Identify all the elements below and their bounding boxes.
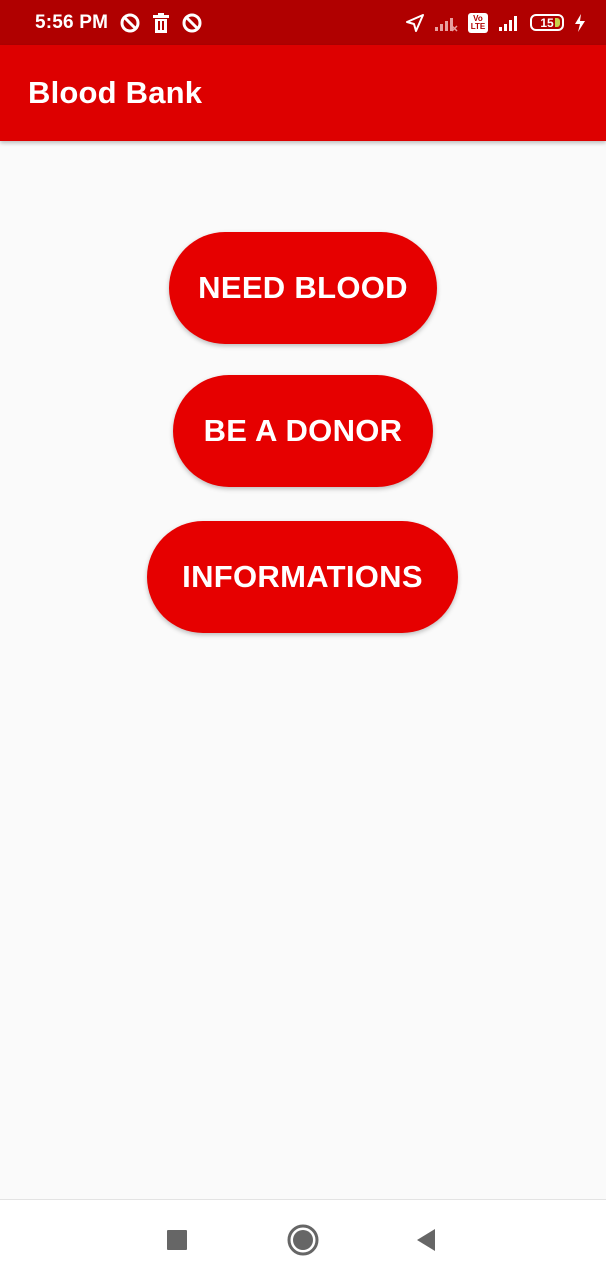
screen: 5:56 PM Vo LTE 15 Blood Bank NEED BLOOD …: [0, 0, 606, 1280]
sync-blocked-icon: [120, 13, 140, 33]
battery-level: 15: [540, 15, 554, 30]
informations-button[interactable]: INFORMATIONS: [147, 521, 458, 633]
battery-icon: 15: [530, 14, 564, 31]
navigation-bar: [0, 1199, 606, 1280]
need-blood-button[interactable]: NEED BLOOD: [169, 232, 437, 344]
app-title: Blood Bank: [28, 75, 203, 110]
be-a-donor-button[interactable]: BE A DONOR: [173, 375, 433, 487]
status-right-icons: Vo LTE 15: [406, 12, 586, 33]
battery-fill: [555, 18, 560, 27]
volte-bottom-text: LTE: [470, 21, 486, 31]
status-left-icons: [120, 12, 202, 33]
trash-icon: [152, 12, 170, 33]
signal-icon: [498, 14, 520, 32]
back-triangle-icon: [417, 1229, 435, 1251]
home-circle-icon: [287, 1224, 319, 1256]
charging-bolt-icon: [574, 13, 586, 32]
recents-square-icon: [167, 1230, 187, 1250]
home-button[interactable]: [281, 1218, 325, 1262]
sync-blocked-icon: [182, 13, 202, 33]
status-time: 5:56 PM: [35, 11, 109, 33]
recents-button[interactable]: [155, 1218, 199, 1262]
signal-no-service-icon: [434, 14, 458, 32]
back-button[interactable]: [404, 1218, 448, 1262]
location-arrow-icon: [406, 13, 424, 32]
app-bar: Blood Bank: [0, 45, 606, 141]
status-bar: 5:56 PM Vo LTE 15: [0, 0, 606, 45]
volte-icon: Vo LTE: [468, 12, 488, 33]
